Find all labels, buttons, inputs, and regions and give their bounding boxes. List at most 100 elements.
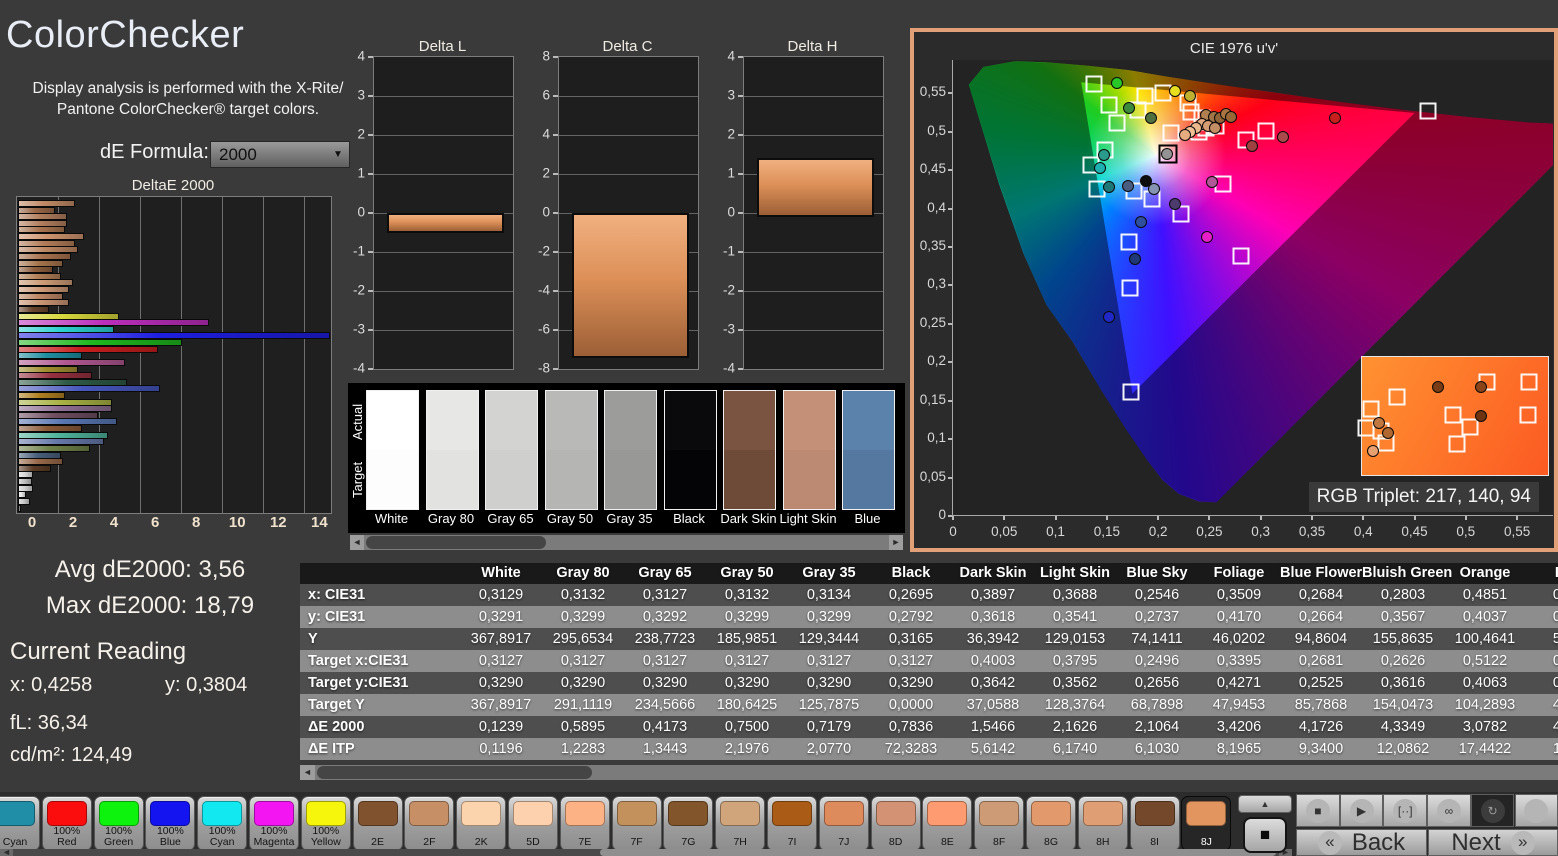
- table-scrollbar[interactable]: ◄: [300, 765, 1558, 780]
- y-tick-label: -2: [352, 282, 365, 298]
- patch-button-cyan[interactable]: Cyan: [0, 796, 40, 851]
- swatch-light-skin[interactable]: [782, 390, 836, 510]
- swatch-dark-skin[interactable]: [723, 390, 776, 510]
- patch-button-7e[interactable]: 7E: [559, 796, 610, 851]
- delta-chart-plot: [373, 56, 514, 370]
- table-cell: 4,80: [1552, 719, 1558, 735]
- back-button-label: Back: [1351, 828, 1406, 856]
- patch-button-8e[interactable]: 8E: [922, 796, 973, 851]
- cie-y-tick: [948, 399, 952, 402]
- cie-x-tick: [1157, 516, 1160, 520]
- scrollbar-thumb[interactable]: [317, 766, 592, 779]
- table-cell: 0,3618: [970, 609, 1016, 625]
- patch-button-100green[interactable]: 100% Green: [93, 796, 144, 851]
- refresh-button[interactable]: ↻: [1470, 794, 1515, 827]
- patch-label: 8G: [1043, 836, 1058, 848]
- swatch-black[interactable]: [663, 390, 717, 510]
- patch-button-7j[interactable]: 7J: [818, 796, 869, 851]
- patch-button-7f[interactable]: 7F: [611, 796, 662, 851]
- table-cell: 0,4851: [1462, 587, 1508, 603]
- table-row: ΔE ITP 0,1196 1,2283 1,3443 2,1976 2,0770 72,3…: [300, 738, 1558, 760]
- patch-button-100red[interactable]: 100% Red: [41, 796, 92, 851]
- back-button[interactable]: « Back: [1296, 829, 1427, 856]
- scroll-left-icon[interactable]: ◄: [0, 848, 13, 856]
- table-cell: 6,1740: [1052, 741, 1098, 757]
- patch-button-8j[interactable]: 8J: [1181, 796, 1232, 851]
- cie-x-tick: [1259, 516, 1262, 520]
- table-cell: 295,6534: [552, 631, 614, 647]
- target-square-marker: [1257, 122, 1275, 140]
- patch-button-100blue[interactable]: 100% Blue: [145, 796, 196, 851]
- patch-label: 100% Magenta: [253, 825, 295, 848]
- patch-button-2k[interactable]: 2K: [456, 796, 507, 851]
- patch-button-100yellow[interactable]: 100% Yellow: [300, 796, 351, 851]
- record-button[interactable]: [1514, 794, 1558, 827]
- table-cell: 37,0588: [966, 697, 1020, 713]
- patch-button-8g[interactable]: 8G: [1026, 796, 1076, 851]
- loop-button[interactable]: ∞: [1427, 794, 1471, 827]
- patch-button-100cyan[interactable]: 100% Cyan: [197, 796, 248, 851]
- patch-button-7h[interactable]: 7H: [715, 796, 766, 851]
- table-cell: 0,4271: [1216, 675, 1262, 691]
- patch-swatch: [1134, 801, 1175, 826]
- stop-button[interactable]: ■: [1296, 794, 1340, 827]
- table-cell: 0,3395: [1216, 653, 1262, 669]
- table-cell: 0,2525: [1298, 675, 1344, 691]
- table-cell: 46,0202: [1212, 631, 1266, 647]
- target-swatch: [605, 450, 656, 509]
- patch-button-8d[interactable]: 8D: [870, 796, 921, 851]
- table-cell: 0,2684: [1298, 587, 1344, 603]
- cie-x-tick: [1208, 516, 1211, 520]
- cie-x-tick-label: 0,15: [1093, 524, 1120, 539]
- play-button[interactable]: ▶: [1339, 794, 1384, 827]
- cie-y-tick-label: 0,5: [927, 122, 946, 138]
- table-cell: 13,9: [1552, 741, 1558, 757]
- table-corner-cell: [300, 563, 460, 584]
- swatch-white[interactable]: [366, 390, 419, 510]
- table-cell: 0,2792: [888, 609, 934, 625]
- gridline: [744, 252, 883, 253]
- scrollbar-thumb[interactable]: [366, 536, 546, 549]
- column-header: Bluish Green: [1362, 565, 1453, 581]
- scroll-right-icon[interactable]: ►: [889, 535, 903, 550]
- column-header: Pur: [1526, 563, 1558, 584]
- patch-button-7g[interactable]: 7G: [663, 796, 714, 851]
- patch-button-2f[interactable]: 2F: [404, 796, 455, 851]
- swatch-gray-50[interactable]: [544, 390, 598, 510]
- measurement-dot: [1134, 216, 1147, 229]
- swatch-blue[interactable]: [842, 390, 895, 510]
- measurement-dot: [1144, 111, 1157, 124]
- table-row: Target x:CIE31 0,3127 0,3127 0,3127 0,3127 0,…: [300, 650, 1558, 672]
- scrollbar-thumb[interactable]: [600, 849, 1276, 856]
- patch-button-8i[interactable]: 8I: [1129, 796, 1180, 851]
- interval-button[interactable]: [··]: [1383, 794, 1428, 827]
- table-cell: 4,3349: [1380, 719, 1426, 735]
- scroll-left-icon[interactable]: ◄: [300, 765, 315, 780]
- scroll-left-icon[interactable]: ◄: [350, 535, 364, 550]
- y-tick-label: 0: [357, 204, 365, 220]
- toolbar-scrollbar[interactable]: ◄ ►: [0, 848, 1292, 856]
- y-tick-label: -3: [722, 321, 735, 337]
- y-tick: [368, 251, 373, 253]
- swatch-gray-35[interactable]: [604, 390, 657, 510]
- swatch-gray-65[interactable]: [485, 390, 538, 510]
- gridline: [374, 135, 513, 136]
- patch-label: 100% Yellow: [310, 825, 341, 848]
- patch-button-7i[interactable]: 7I: [767, 796, 817, 851]
- measurement-dot: [1277, 130, 1290, 143]
- stop-square-button[interactable]: ■: [1243, 817, 1287, 853]
- expand-up-button[interactable]: ▲: [1238, 795, 1292, 813]
- de-formula-dropdown[interactable]: 2000 ▼: [210, 141, 350, 168]
- patch-button-100magenta[interactable]: 100% Magenta: [249, 796, 299, 851]
- swatch-strip-scrollbar[interactable]: ◄ ►: [350, 535, 903, 550]
- patch-button-8h[interactable]: 8H: [1077, 796, 1128, 851]
- patch-button-2e[interactable]: 2E: [352, 796, 403, 851]
- patch-button-8f[interactable]: 8F: [974, 796, 1025, 851]
- column-header: Gray 65: [638, 565, 692, 581]
- current-reading-title: Current Reading: [10, 638, 187, 665]
- table-cell: 0,3132: [560, 587, 606, 603]
- next-button[interactable]: Next »: [1428, 829, 1558, 856]
- table-cell: 12,0862: [1376, 741, 1430, 757]
- swatch-gray-80[interactable]: [425, 390, 479, 510]
- patch-button-5d[interactable]: 5D: [508, 796, 558, 851]
